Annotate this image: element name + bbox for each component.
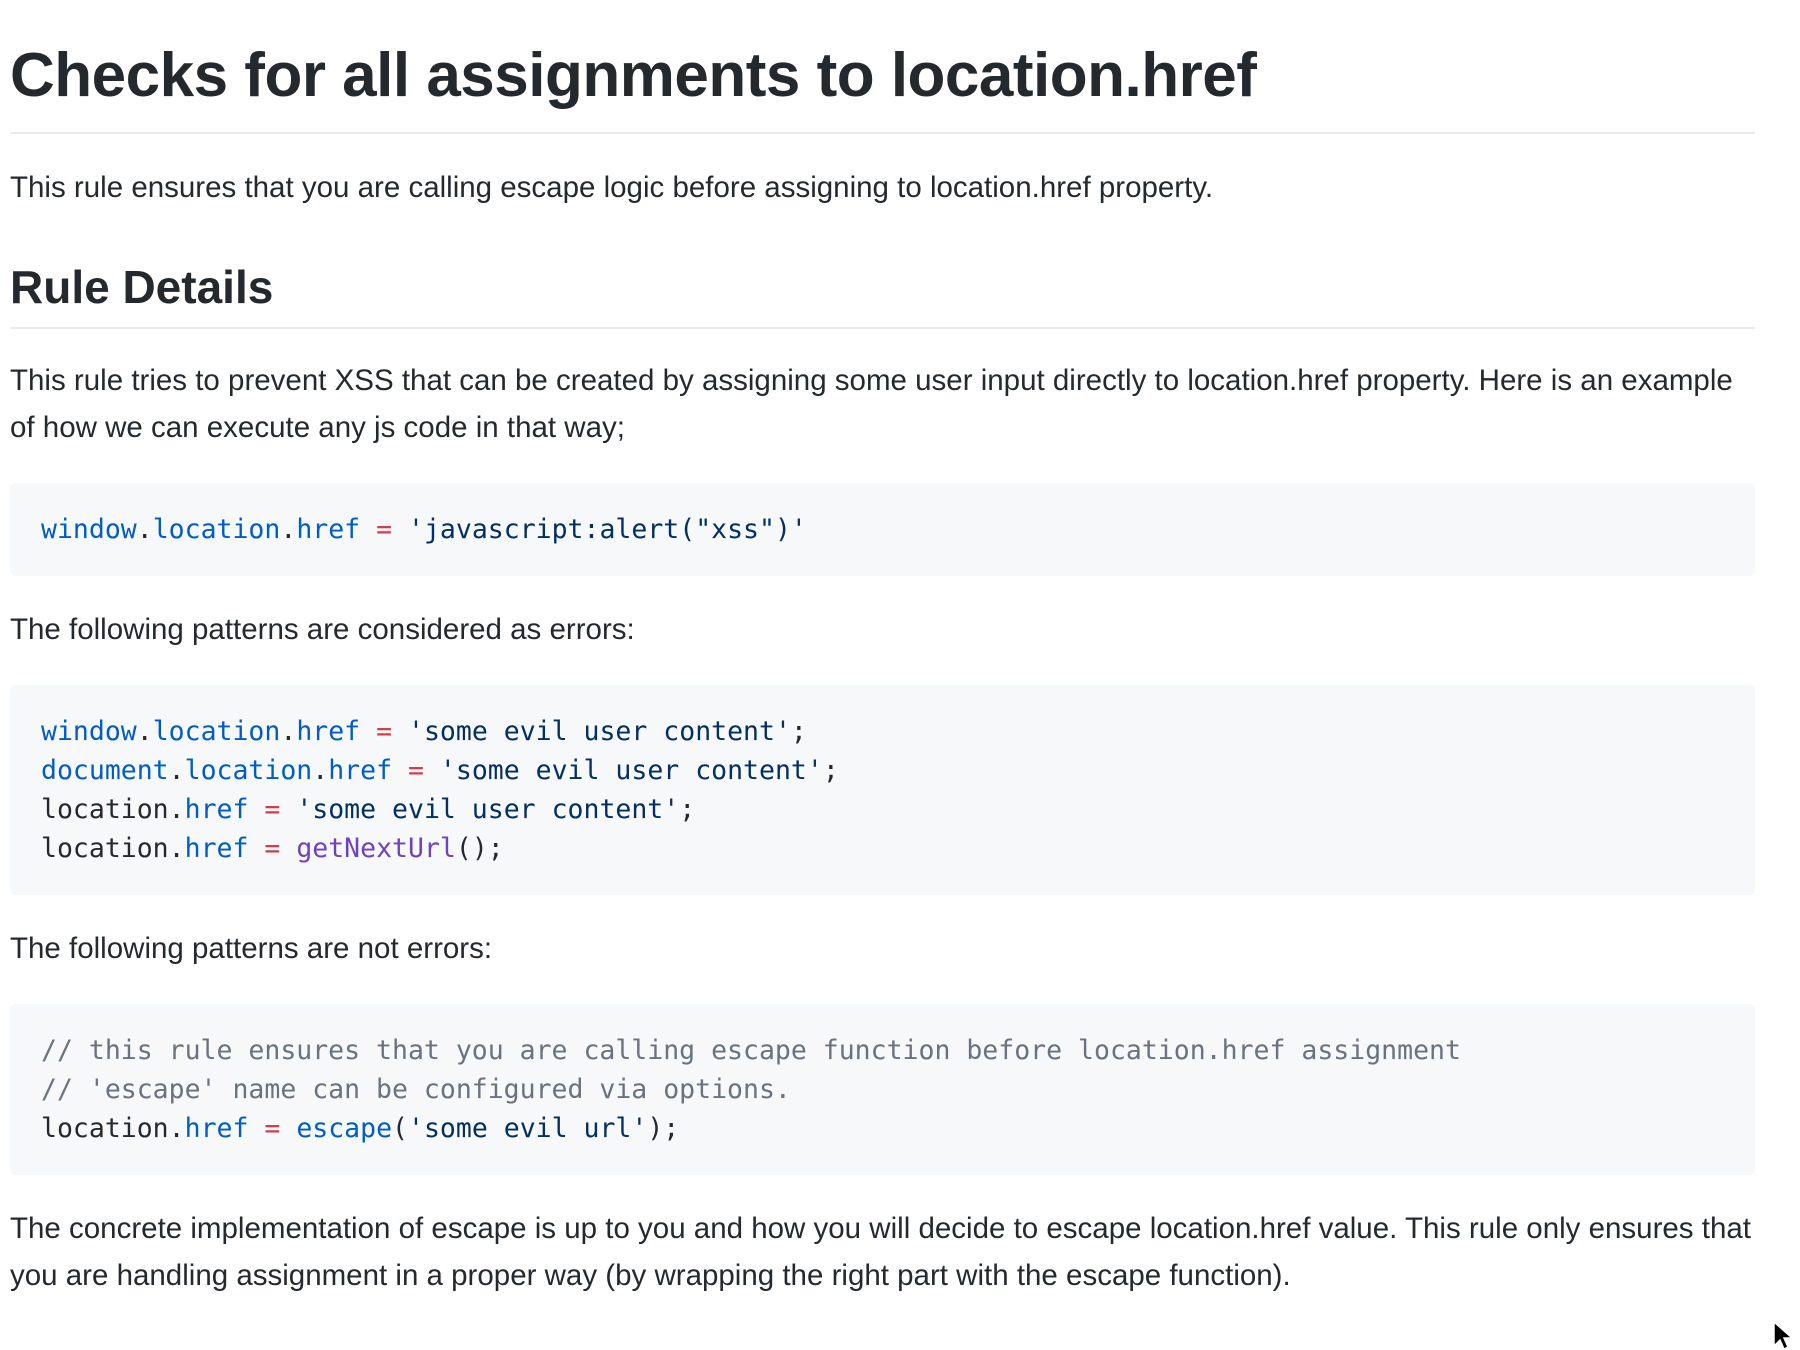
code-token: ; xyxy=(790,716,807,747)
code-token: . xyxy=(280,514,297,545)
code-token: . xyxy=(168,1113,185,1144)
markdown-document: Checks for all assignments to location.h… xyxy=(10,0,1755,1299)
code-token: escape xyxy=(296,1113,393,1144)
code-token: 'some evil user content' xyxy=(296,794,680,825)
errors-code-block: window.location.href = 'some evil user c… xyxy=(10,685,1755,895)
code-token: location xyxy=(184,755,313,786)
code-token: href xyxy=(328,755,393,786)
code-token: . xyxy=(136,716,153,747)
code-token: href xyxy=(184,1113,249,1144)
code-token: 'some evil user content' xyxy=(408,716,791,747)
code-line: // 'escape' name can be configured via o… xyxy=(41,1070,1724,1109)
code-token: ; xyxy=(822,755,839,786)
code-token: location xyxy=(152,514,281,545)
page-title: Checks for all assignments to location.h… xyxy=(10,0,1755,134)
rule-details-paragraph: This rule tries to prevent XSS that can … xyxy=(10,364,1733,444)
code-line: window.location.href = 'javascript:alert… xyxy=(41,510,1724,549)
code-line: // this rule ensures that you are callin… xyxy=(41,1031,1724,1070)
code-token: = xyxy=(248,1113,297,1144)
code-token: ( xyxy=(392,1113,409,1144)
code-token: = xyxy=(248,833,297,864)
code-line: location.href = getNextUrl(); xyxy=(41,829,1724,868)
code-token: href xyxy=(184,794,249,825)
code-token: href xyxy=(296,716,361,747)
code-token: . xyxy=(280,716,297,747)
code-line: document.location.href = 'some evil user… xyxy=(41,751,1724,790)
code-token: . xyxy=(168,794,185,825)
code-token: 'some evil user content' xyxy=(439,755,823,786)
code-token: . xyxy=(312,755,329,786)
intro-paragraph: This rule ensures that you are calling e… xyxy=(10,171,1214,204)
code-token: window xyxy=(41,716,137,747)
code-token: . xyxy=(136,514,153,545)
code-token: location xyxy=(41,1113,169,1144)
code-token: // this rule ensures that you are callin… xyxy=(41,1035,1461,1066)
code-token: = xyxy=(360,716,409,747)
code-token: getNextUrl xyxy=(296,833,456,864)
code-line: location.href = 'some evil user content'… xyxy=(41,790,1724,829)
code-line: location.href = escape('some evil url'); xyxy=(41,1109,1724,1148)
errors-intro-paragraph: The following patterns are considered as… xyxy=(10,613,635,646)
code-token: // 'escape' name can be configured via o… xyxy=(41,1074,791,1105)
code-token: . xyxy=(168,755,185,786)
code-token: location xyxy=(152,716,281,747)
code-token: = xyxy=(248,794,297,825)
example-code-block: window.location.href = 'javascript:alert… xyxy=(10,483,1755,576)
code-token: window xyxy=(41,514,137,545)
code-token: location xyxy=(41,833,169,864)
non-errors-intro-paragraph: The following patterns are not errors: xyxy=(10,932,493,965)
closing-paragraph: The concrete implementation of escape is… xyxy=(10,1212,1751,1292)
code-token: = xyxy=(360,514,409,545)
code-token: 'javascript:alert("xss")' xyxy=(408,514,807,545)
code-line: window.location.href = 'some evil user c… xyxy=(41,712,1724,751)
rule-details-heading: Rule Details xyxy=(10,259,1755,329)
code-token: href xyxy=(184,833,249,864)
non-errors-code-block: // this rule ensures that you are callin… xyxy=(10,1004,1755,1175)
code-token: . xyxy=(168,833,185,864)
code-token: document xyxy=(41,755,169,786)
code-token: ); xyxy=(647,1113,680,1144)
code-token: (); xyxy=(455,833,504,864)
code-token: location xyxy=(41,794,169,825)
code-token: ; xyxy=(679,794,696,825)
code-token: href xyxy=(296,514,361,545)
mouse-pointer-icon xyxy=(1773,1322,1794,1350)
code-token: = xyxy=(392,755,440,786)
code-token: 'some evil url' xyxy=(408,1113,648,1144)
